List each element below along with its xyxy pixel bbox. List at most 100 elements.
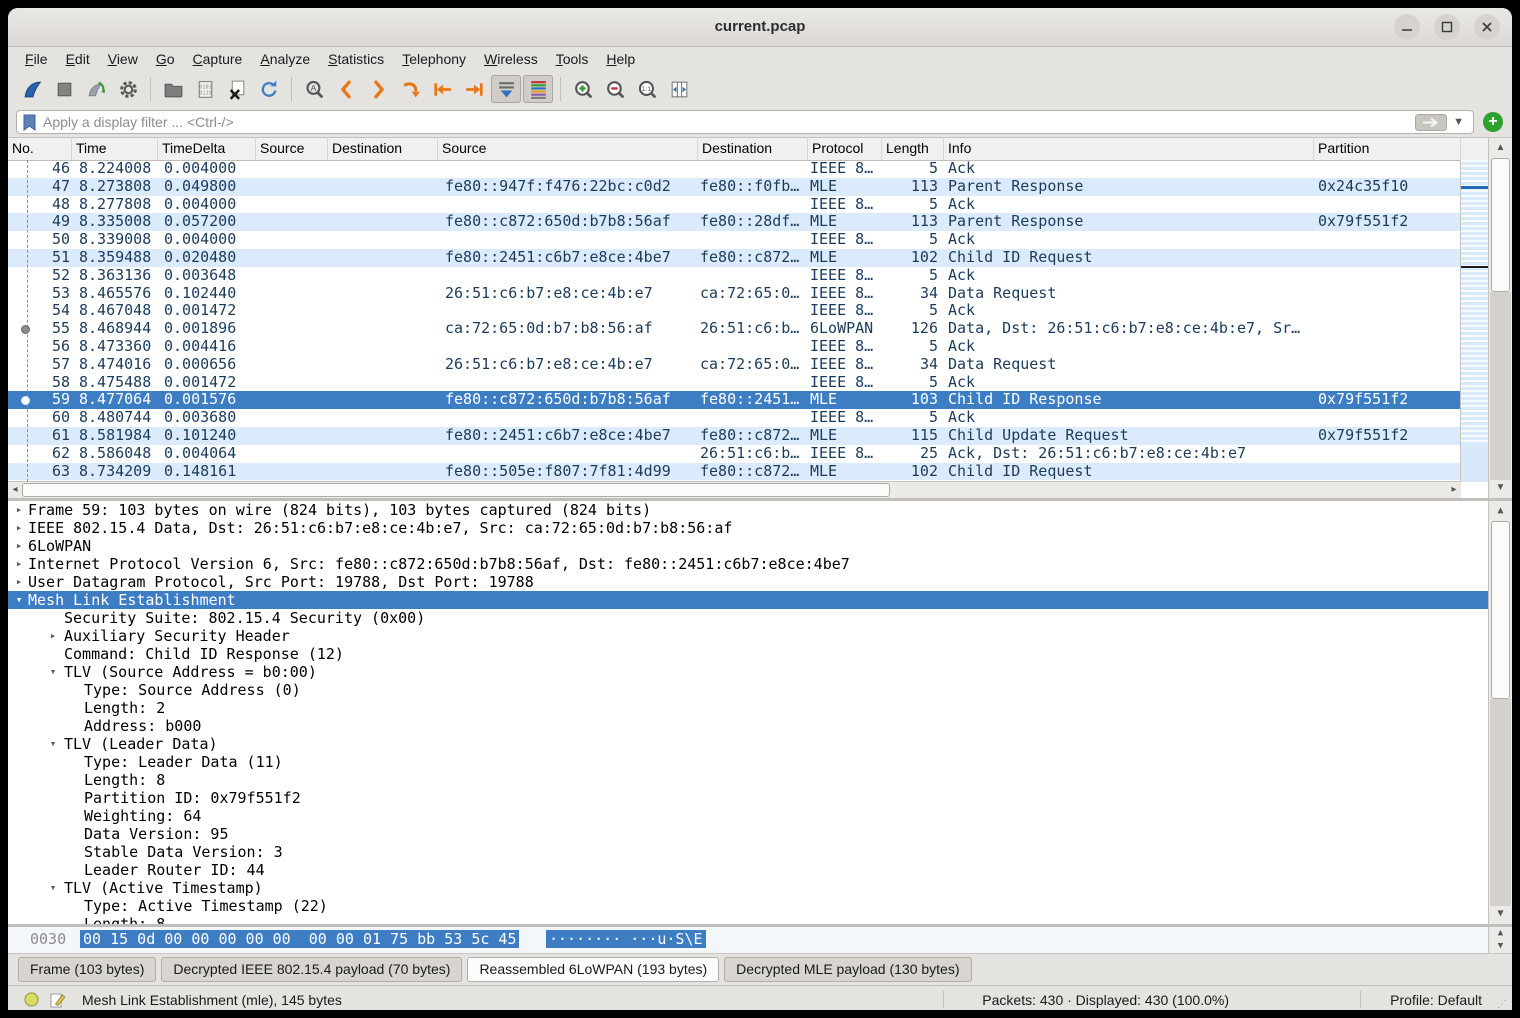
close-icon[interactable] <box>1474 14 1500 40</box>
display-filter-input[interactable]: Apply a display filter ... <Ctrl-/> ▼ <box>16 110 1474 134</box>
scrollbar-thumb[interactable] <box>1491 521 1510 699</box>
byte-tab[interactable]: Frame (103 bytes) <box>18 957 156 982</box>
close-file-icon[interactable] <box>222 75 252 103</box>
packet-list-hscrollbar[interactable]: ◂ ▸ <box>8 481 1461 498</box>
column-header-no[interactable]: No. <box>8 138 72 160</box>
detail-row[interactable]: Type: Source Address (0) <box>8 681 1489 699</box>
menu-go[interactable]: Go <box>147 49 184 69</box>
packet-row[interactable]: 528.3631360.003648IEEE 8…5Ack <box>8 267 1461 285</box>
column-header-dst2[interactable]: Destination <box>698 138 808 160</box>
packet-row[interactable]: 518.3594880.020480fe80::2451:c6b7:e8ce:4… <box>8 249 1461 267</box>
zoom-in-icon[interactable] <box>568 75 598 103</box>
byte-tab[interactable]: Decrypted IEEE 802.15.4 payload (70 byte… <box>161 957 462 982</box>
menu-file[interactable]: File <box>16 49 57 69</box>
apply-filter-button[interactable] <box>1415 114 1447 131</box>
menu-help[interactable]: Help <box>597 49 644 69</box>
maximize-icon[interactable] <box>1434 14 1460 40</box>
detail-row[interactable]: Length: 2 <box>8 699 1489 717</box>
packet-row[interactable]: 618.5819840.101240fe80::2451:c6b7:e8ce:4… <box>8 427 1461 445</box>
menu-edit[interactable]: Edit <box>57 49 99 69</box>
packet-row[interactable]: 498.3350080.057200fe80::c872:650d:b7b8:5… <box>8 213 1461 231</box>
column-header-proto[interactable]: Protocol <box>808 138 882 160</box>
menu-tools[interactable]: Tools <box>547 49 598 69</box>
detail-row[interactable]: ▾TLV (Source Address = b0:00) <box>8 663 1489 681</box>
save-file-icon[interactable]: 01010110 <box>190 75 220 103</box>
detail-row[interactable]: Address: b000 <box>8 717 1489 735</box>
capture-options-icon[interactable] <box>113 75 143 103</box>
packet-row[interactable]: 588.4754880.001472IEEE 8…5Ack <box>8 374 1461 392</box>
chevron-down-icon[interactable]: ▾ <box>12 591 26 609</box>
detail-row[interactable]: ▸Auxiliary Security Header <box>8 627 1489 645</box>
packet-row[interactable]: 598.4770640.001576fe80::c872:650d:b7b8:5… <box>8 391 1461 409</box>
packet-row[interactable]: 538.4655760.10244026:51:c6:b7:e8:ce:4b:e… <box>8 285 1461 303</box>
detail-row[interactable]: ▸User Datagram Protocol, Src Port: 19788… <box>8 573 1489 591</box>
packet-row[interactable]: 568.4733600.004416IEEE 8…5Ack <box>8 338 1461 356</box>
previous-packet-icon[interactable] <box>331 75 361 103</box>
first-packet-icon[interactable] <box>427 75 457 103</box>
hex-bytes[interactable]: 00 15 0d 00 00 00 00 00 00 00 01 75 bb 5… <box>80 930 519 948</box>
detail-row[interactable]: ▾TLV (Active Timestamp) <box>8 879 1489 897</box>
detail-scrollbar[interactable]: ▲ ▼ <box>1488 501 1512 924</box>
detail-row[interactable]: Partition ID: 0x79f551f2 <box>8 789 1489 807</box>
menu-statistics[interactable]: Statistics <box>319 49 393 69</box>
hex-ascii[interactable]: ········ ···u·S\E <box>546 930 706 948</box>
chevron-right-icon[interactable]: ▸ <box>12 519 26 537</box>
chevron-down-icon[interactable]: ▾ <box>46 663 60 681</box>
add-filter-button[interactable]: + <box>1483 112 1503 132</box>
menu-analyze[interactable]: Analyze <box>251 49 319 69</box>
filter-dropdown-caret-icon[interactable]: ▼ <box>1453 116 1464 128</box>
detail-row[interactable]: Length: 8 <box>8 771 1489 789</box>
packet-row[interactable]: 558.4689440.001896ca:72:65:0d:b7:b8:56:a… <box>8 320 1461 338</box>
chevron-right-icon[interactable]: ▸ <box>12 555 26 573</box>
detail-row[interactable]: Security Suite: 802.15.4 Security (0x00) <box>8 609 1489 627</box>
packet-row[interactable]: 578.4740160.00065626:51:c6:b7:e8:ce:4b:e… <box>8 356 1461 374</box>
column-header-delta[interactable]: TimeDelta <box>158 138 256 160</box>
column-header-len[interactable]: Length <box>882 138 944 160</box>
column-header-src2[interactable]: Source <box>438 138 698 160</box>
detail-row[interactable]: ▸6LoWPAN <box>8 537 1489 555</box>
colorize-icon[interactable] <box>523 75 553 103</box>
menu-view[interactable]: View <box>99 49 147 69</box>
next-packet-icon[interactable] <box>363 75 393 103</box>
detail-row[interactable]: Type: Active Timestamp (22) <box>8 897 1489 915</box>
column-header-info[interactable]: Info <box>944 138 1314 160</box>
expert-info-icon[interactable] <box>24 992 39 1007</box>
scroll-right-icon[interactable]: ▸ <box>1447 482 1461 498</box>
packet-row[interactable]: 508.3390080.004000IEEE 8…5Ack <box>8 231 1461 249</box>
scroll-up-icon[interactable]: ▲ <box>1489 503 1512 519</box>
minimize-icon[interactable] <box>1394 14 1420 40</box>
detail-row[interactable]: ▸Frame 59: 103 bytes on wire (824 bits),… <box>8 501 1489 519</box>
scroll-up-icon[interactable]: ▲ <box>1489 927 1512 940</box>
scrollbar-thumb[interactable] <box>1491 158 1510 292</box>
packet-list-minimap[interactable] <box>1460 160 1489 482</box>
resize-grip[interactable]: ⋰ <box>1497 999 1508 1010</box>
scroll-down-icon[interactable]: ▼ <box>1489 940 1512 953</box>
reload-icon[interactable] <box>254 75 284 103</box>
byte-tab[interactable]: Decrypted MLE payload (130 bytes) <box>724 957 971 982</box>
filter-bookmark-icon[interactable] <box>22 114 37 131</box>
detail-row[interactable]: Length: 8 <box>8 915 1489 924</box>
auto-scroll-icon[interactable] <box>491 75 521 103</box>
detail-row[interactable]: ▸Internet Protocol Version 6, Src: fe80:… <box>8 555 1489 573</box>
byte-tab[interactable]: Reassembled 6LoWPAN (193 bytes) <box>467 957 719 982</box>
status-profile[interactable]: Profile: Default <box>1390 986 1482 1010</box>
column-header-time[interactable]: Time <box>72 138 158 160</box>
packet-row[interactable]: 478.2738080.049800fe80::947f:f476:22bc:c… <box>8 178 1461 196</box>
chevron-right-icon[interactable]: ▸ <box>12 573 26 591</box>
column-header-dst1[interactable]: Destination <box>328 138 438 160</box>
detail-row[interactable]: Data Version: 95 <box>8 825 1489 843</box>
scrollbar-track[interactable] <box>1490 699 1511 906</box>
detail-row[interactable]: Weighting: 64 <box>8 807 1489 825</box>
resize-columns-icon[interactable] <box>664 75 694 103</box>
scroll-down-icon[interactable]: ▼ <box>1489 906 1512 922</box>
packet-row[interactable]: 628.5860480.00406426:51:c6:b…IEEE 8…25Ac… <box>8 445 1461 463</box>
zoom-original-icon[interactable]: 1:1 <box>632 75 662 103</box>
detail-row[interactable]: ▾TLV (Leader Data) <box>8 735 1489 753</box>
detail-row[interactable]: Leader Router ID: 44 <box>8 861 1489 879</box>
hscrollbar-thumb[interactable] <box>22 483 890 497</box>
go-to-packet-icon[interactable] <box>395 75 425 103</box>
packet-row[interactable]: 468.2240080.004000IEEE 8…5Ack <box>8 160 1461 178</box>
menu-wireless[interactable]: Wireless <box>475 49 547 69</box>
last-packet-icon[interactable] <box>459 75 489 103</box>
detail-row[interactable]: Type: Leader Data (11) <box>8 753 1489 771</box>
